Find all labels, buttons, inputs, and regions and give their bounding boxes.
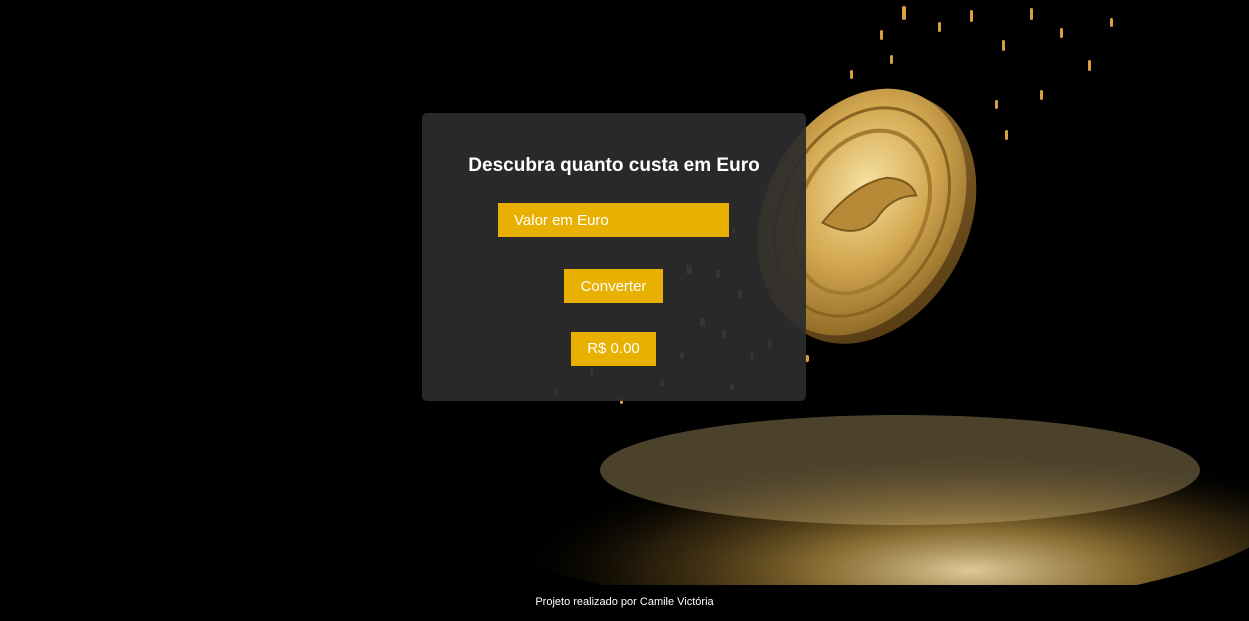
page-stage: Descubra quanto custa em Euro Converter …: [0, 0, 1249, 585]
converter-title: Descubra quanto custa em Euro: [468, 155, 760, 176]
footer-credit: Projeto realizado por Camile Victória: [535, 596, 714, 608]
converter-card: Descubra quanto custa em Euro Converter …: [422, 113, 806, 401]
euro-value-input[interactable]: [498, 203, 729, 237]
gold-floor-glow: [450, 390, 1249, 585]
convert-button[interactable]: Converter: [564, 269, 663, 303]
converted-result: R$ 0.00: [571, 332, 656, 366]
page-footer: Projeto realizado por Camile Victória: [0, 585, 1249, 621]
